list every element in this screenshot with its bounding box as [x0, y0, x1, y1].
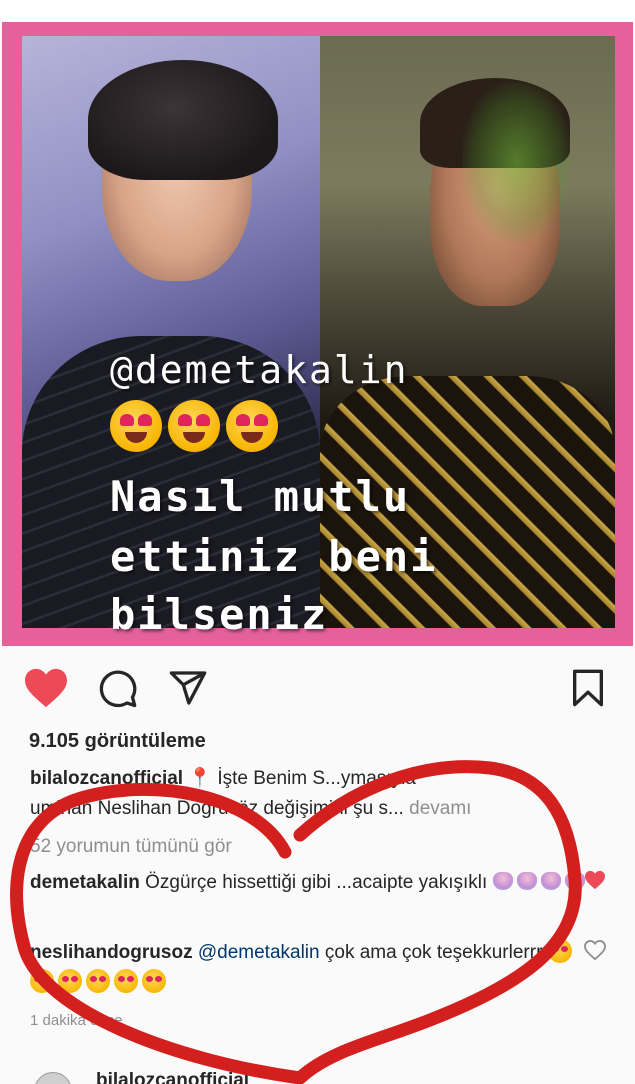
fairy-emoji-icon [564, 872, 585, 890]
comment-button[interactable] [94, 664, 142, 712]
caption-text-2: ymasıyla [340, 768, 416, 789]
comment-item: demetakalin Özgürçe hissettiği gibi ...a… [30, 868, 590, 898]
like-button[interactable] [22, 664, 70, 712]
comment-mention[interactable]: @demetakalin [198, 942, 320, 963]
avatar[interactable] [34, 1072, 72, 1084]
fairy-emoji-icon [516, 872, 537, 890]
top-strip [0, 0, 635, 22]
comment-item: neslihandogrusoz @demetakalin çok ama ço… [30, 938, 590, 998]
post-image[interactable]: @demetakalin Nasıl mutlu ettiniz beni bi… [2, 22, 633, 646]
heart-eyes-emoji-icon [86, 969, 110, 993]
comment-icon [99, 670, 137, 708]
share-button[interactable] [164, 664, 212, 712]
heart-eyes-emoji-icon [114, 969, 138, 993]
bookmark-icon [573, 669, 603, 707]
heart-eyes-emoji-icon [110, 400, 162, 452]
overlay-mention: @demetakalin [110, 348, 409, 392]
more-link[interactable]: devamı [409, 798, 471, 819]
heart-outline-icon [584, 939, 606, 961]
heart-icon [585, 870, 605, 890]
comment-text: çok ama çok teşekkurlerrr [324, 942, 543, 963]
comment-like-button[interactable] [584, 870, 606, 895]
heart-eyes-emoji-icon [142, 969, 166, 993]
view-all-comments-link[interactable]: 52 yorumun tümünü gör [30, 836, 232, 858]
send-icon [169, 671, 207, 705]
heart-icon [25, 668, 67, 708]
heart-eyes-emoji-icon [168, 400, 220, 452]
heart-eyes-emoji-icon [58, 969, 82, 993]
comment-text: Özgürçe hissettiği gibi ...acaipte yakış… [145, 872, 488, 893]
comment-like-button[interactable] [584, 939, 606, 965]
fairy-emoji-icon [492, 872, 513, 890]
caption-text-hidden: ... [325, 768, 341, 789]
caption: bilalozcanofficial 📍 İşte Benim S...ymas… [30, 764, 600, 824]
overlay-line-2: ettiniz beni [110, 532, 438, 581]
caption-line-2: uminan Neslihan Doğrusöz değişimini şu s… [30, 798, 404, 819]
hair [88, 60, 278, 180]
comment-username[interactable]: neslihandogrusoz [30, 942, 193, 963]
overlay-line-1: Nasıl mutlu [110, 472, 411, 521]
fairy-emoji-icon [540, 872, 561, 890]
heart-eyes-emoji-icon [226, 400, 278, 452]
heart-eyes-emoji-row [110, 400, 278, 456]
caption-username[interactable]: bilalozcanofficial [30, 768, 183, 789]
next-post-username[interactable]: bilalozcanofficial [96, 1070, 249, 1084]
overlay-line-3: bilseniz [110, 590, 329, 639]
save-button[interactable] [564, 664, 612, 712]
comment-username[interactable]: demetakalin [30, 872, 140, 893]
heart-eyes-emoji-icon [547, 939, 572, 963]
pin-icon: 📍 [188, 768, 213, 789]
view-count[interactable]: 9.105 görüntüleme [29, 730, 206, 753]
heart-eyes-emoji-icon [30, 969, 54, 993]
action-bar [0, 660, 635, 716]
caption-text: İşte Benim S [212, 768, 326, 789]
green-glare [462, 82, 572, 242]
post-timestamp: 1 dakika önce [30, 1012, 123, 1029]
